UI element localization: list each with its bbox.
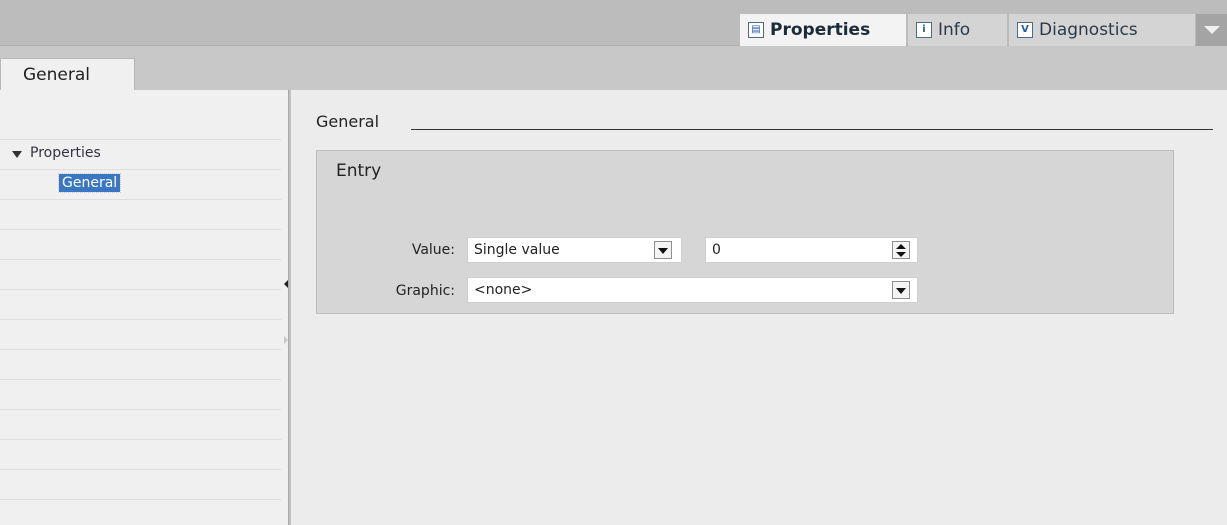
- tab-general-label: General: [23, 64, 90, 85]
- section-divider: [411, 129, 1213, 130]
- nav-row: [0, 440, 281, 470]
- graphic-label: Graphic:: [395, 283, 455, 299]
- tab-properties[interactable]: ▤ Properties: [740, 14, 906, 46]
- nav-item-general[interactable]: General: [57, 173, 122, 193]
- nav-row: [0, 260, 281, 290]
- tab-info-label: Info: [938, 20, 971, 40]
- properties-icon: ▤: [748, 22, 764, 38]
- diagnostics-icon: V: [1017, 22, 1033, 38]
- collapse-panel-button[interactable]: [1196, 14, 1227, 46]
- spinner-icon[interactable]: [892, 241, 910, 259]
- section-title: General: [316, 112, 388, 131]
- chevron-down-icon[interactable]: [892, 281, 910, 299]
- subtab-bar: General: [0, 46, 1227, 90]
- nav-row: [0, 230, 281, 260]
- inspector-tab-bar: ▤ Properties i Info V Diagnostics: [0, 0, 1227, 46]
- value-number-stepper[interactable]: 0: [705, 237, 918, 263]
- properties-content: General Entry Value: Single value 0 Grap…: [291, 90, 1227, 525]
- entry-title: Entry: [336, 161, 382, 181]
- nav-row: [0, 200, 281, 230]
- value-mode-select[interactable]: Single value: [467, 237, 682, 263]
- nav-row: [0, 410, 281, 440]
- value-label: Value:: [411, 242, 455, 258]
- nav-item-properties-label: Properties: [30, 145, 101, 161]
- value-number-text: 0: [712, 242, 721, 258]
- spin-down-icon[interactable]: [896, 252, 906, 257]
- chevron-down-icon[interactable]: [654, 241, 672, 259]
- nav-row: [0, 350, 281, 380]
- tab-diagnostics[interactable]: V Diagnostics: [1009, 14, 1195, 46]
- nav-row: [0, 170, 281, 200]
- nav-item-properties[interactable]: Properties: [12, 145, 101, 161]
- nav-row: [0, 110, 281, 140]
- nav-row: [0, 500, 281, 525]
- tab-diagnostics-label: Diagnostics: [1039, 20, 1138, 40]
- tab-properties-label: Properties: [770, 20, 871, 40]
- expand-right-icon[interactable]: [284, 336, 288, 344]
- graphic-value-text: <none>: [474, 282, 533, 298]
- nav-row: [0, 380, 281, 410]
- collapse-left-icon[interactable]: [284, 280, 288, 288]
- entry-group: Entry Value: Single value 0 Graphic: <no…: [316, 150, 1174, 314]
- tab-general[interactable]: General: [0, 58, 135, 90]
- tab-info[interactable]: i Info: [908, 14, 1007, 46]
- expand-arrow-icon[interactable]: [12, 150, 22, 158]
- graphic-select[interactable]: <none>: [467, 277, 918, 303]
- info-icon: i: [916, 22, 932, 38]
- nav-row: [0, 320, 281, 350]
- nav-row: [0, 290, 281, 320]
- navigation-tree: Properties General: [0, 90, 281, 525]
- nav-item-general-label: General: [57, 173, 122, 193]
- nav-row: [0, 470, 281, 500]
- value-mode-text: Single value: [474, 242, 560, 258]
- spin-up-icon[interactable]: [896, 244, 906, 249]
